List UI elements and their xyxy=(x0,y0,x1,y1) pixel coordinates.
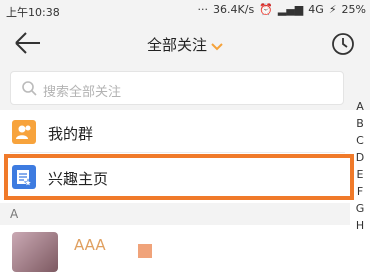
nav-bar: 全部关注 xyxy=(0,22,370,66)
group-icon xyxy=(12,120,36,144)
search-area: 搜索全部关注 xyxy=(0,66,370,110)
status-time: 上午10:38 xyxy=(6,6,60,19)
status-right: ··· 36.4K/s ⏰ ▂▄▆ 4G ⚡ 25% xyxy=(198,3,366,16)
alarm-icon: ⏰ xyxy=(259,3,273,16)
divider xyxy=(10,152,345,153)
status-bar: 上午10:38 ··· 36.4K/s ⏰ ▂▄▆ 4G ⚡ 25% xyxy=(0,0,370,22)
search-icon xyxy=(22,81,37,96)
index-letter[interactable]: B xyxy=(356,115,364,132)
status-dots: ··· xyxy=(197,3,209,16)
list-item-user[interactable]: AAA xyxy=(0,228,350,272)
page-title[interactable]: 全部关注 xyxy=(0,34,370,55)
search-input[interactable]: 搜索全部关注 xyxy=(10,71,344,105)
section-letter: A xyxy=(10,207,19,221)
alphabet-index-bar[interactable]: A B C D E F G H xyxy=(352,98,368,234)
index-letter[interactable]: H xyxy=(356,217,364,234)
battery-level: 25% xyxy=(341,3,366,16)
network-speed: 36.4K/s xyxy=(213,3,255,16)
highlight-frame xyxy=(4,154,354,200)
network-type: 4G xyxy=(308,3,324,16)
index-letter[interactable]: F xyxy=(357,183,363,200)
section-header-a: A xyxy=(0,203,350,225)
search-placeholder: 搜索全部关注 xyxy=(43,85,122,100)
history-icon[interactable] xyxy=(330,31,356,57)
index-letter[interactable]: D xyxy=(356,149,364,166)
my-groups-label: 我的群 xyxy=(48,125,94,143)
page-title-text: 全部关注 xyxy=(146,36,207,54)
index-letter[interactable]: G xyxy=(356,200,365,217)
index-letter[interactable]: E xyxy=(357,166,364,183)
list-item-my-groups[interactable]: 我的群 xyxy=(0,113,350,151)
charging-icon: ⚡ xyxy=(328,3,337,16)
chevron-down-icon xyxy=(211,42,223,50)
user-name: AAA xyxy=(74,236,106,254)
index-letter[interactable]: C xyxy=(356,132,364,149)
avatar xyxy=(12,232,58,272)
signal-icon: ▂▄▆ xyxy=(277,3,304,16)
index-letter[interactable]: A xyxy=(356,98,364,115)
